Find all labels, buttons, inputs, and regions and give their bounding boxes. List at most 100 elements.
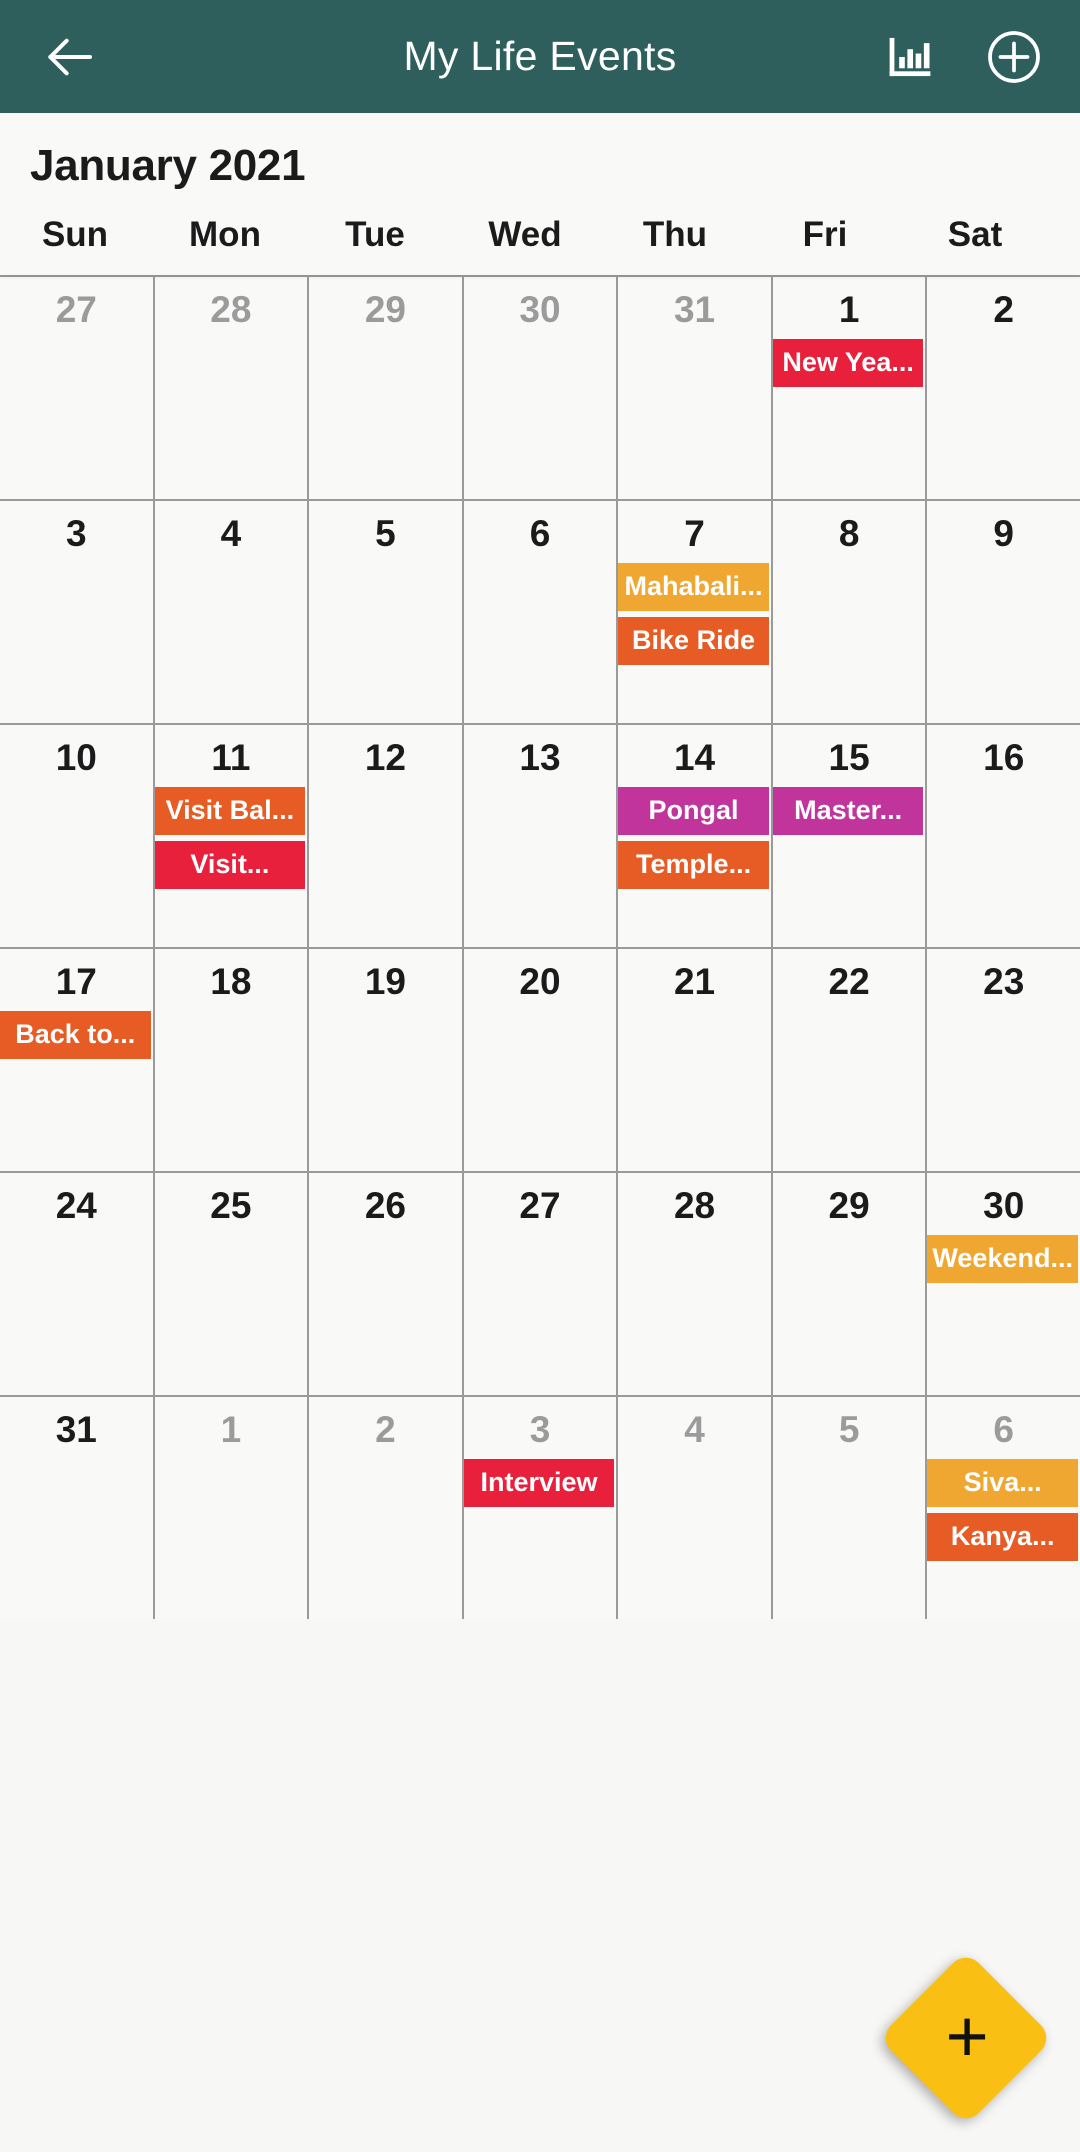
day-cell[interactable]: 22 bbox=[772, 949, 926, 1171]
day-number: 8 bbox=[838, 513, 860, 554]
day-number: 28 bbox=[673, 1185, 716, 1226]
event-chip[interactable]: Back to... bbox=[0, 1011, 151, 1060]
day-number: 27 bbox=[519, 1185, 561, 1226]
day-cell[interactable]: 16 bbox=[927, 725, 1080, 947]
day-cell[interactable]: 24 bbox=[0, 1173, 153, 1395]
day-cell[interactable]: 25 bbox=[154, 1173, 308, 1395]
day-number: 11 bbox=[211, 737, 251, 778]
day-cell[interactable]: 21 bbox=[618, 949, 771, 1171]
back-arrow-icon[interactable] bbox=[34, 22, 104, 92]
add-event-fab[interactable]: + bbox=[878, 1950, 1054, 2126]
day-cell[interactable]: 29 bbox=[309, 277, 462, 499]
day-events: Mahabali... Bike Ride bbox=[618, 563, 771, 666]
day-events: Back to... bbox=[0, 1011, 153, 1060]
weekday-label-fri: Fri bbox=[802, 215, 848, 254]
event-chip[interactable]: Temple... bbox=[618, 841, 769, 890]
day-cell[interactable]: 5 bbox=[309, 501, 462, 723]
day-cell[interactable]: 14 Pongal Temple... bbox=[618, 725, 771, 947]
day-cell[interactable]: 28 bbox=[618, 1173, 771, 1395]
day-cell[interactable]: 2 bbox=[309, 1397, 462, 1619]
day-number: 31 bbox=[673, 289, 716, 330]
day-cell[interactable]: 28 bbox=[154, 277, 308, 499]
day-number: 14 bbox=[673, 737, 716, 778]
day-cell[interactable]: 30 bbox=[463, 277, 617, 499]
day-number: 13 bbox=[519, 737, 561, 778]
weekday-label-wed: Wed bbox=[488, 215, 562, 254]
day-cell[interactable]: 11 Visit Bal... Visit... bbox=[154, 725, 308, 947]
day-cell[interactable]: 12 bbox=[309, 725, 462, 947]
day-number: 10 bbox=[55, 737, 97, 778]
calendar-grid: 27 28 29 30 31 1 New Yea... 2 3 4 5 6 7 Mahabali... Bi… bbox=[0, 275, 1080, 1619]
day-cell[interactable]: 3 bbox=[0, 501, 153, 723]
month-title: January 2021 bbox=[30, 141, 306, 190]
day-number: 1 bbox=[838, 289, 860, 330]
event-chip[interactable]: Mahabali... bbox=[618, 563, 769, 612]
day-cell[interactable]: 30 Weekend... bbox=[927, 1173, 1080, 1395]
day-cell[interactable]: 3 Interview bbox=[463, 1397, 617, 1619]
day-cell[interactable]: 27 bbox=[463, 1173, 617, 1395]
day-number: 30 bbox=[983, 1185, 1025, 1226]
event-chip[interactable]: Interview bbox=[463, 1459, 615, 1508]
event-chip[interactable]: Visit Bal... bbox=[154, 787, 306, 836]
day-cell[interactable]: 8 bbox=[772, 501, 926, 723]
day-events: Visit Bal... Visit... bbox=[154, 787, 308, 890]
day-events: Weekend... bbox=[927, 1235, 1080, 1284]
day-cell[interactable]: 6 Siva... Kanya... bbox=[927, 1397, 1080, 1619]
day-cell[interactable]: 1 bbox=[154, 1397, 308, 1619]
day-number: 2 bbox=[993, 289, 1014, 330]
day-cell[interactable]: 31 bbox=[618, 277, 771, 499]
day-cell[interactable]: 7 Mahabali... Bike Ride bbox=[618, 501, 771, 723]
day-number: 21 bbox=[673, 961, 716, 1002]
day-number: 6 bbox=[529, 513, 551, 554]
day-number: 6 bbox=[993, 1409, 1014, 1450]
day-cell[interactable]: 4 bbox=[154, 501, 308, 723]
day-cell[interactable]: 23 bbox=[927, 949, 1080, 1171]
day-number: 30 bbox=[519, 289, 561, 330]
day-cell[interactable]: 13 bbox=[463, 725, 617, 947]
day-events: Interview bbox=[463, 1459, 617, 1508]
day-cell[interactable]: 2 bbox=[927, 277, 1080, 499]
bar-chart-icon[interactable] bbox=[878, 25, 942, 89]
day-cell[interactable]: 9 bbox=[927, 501, 1080, 723]
day-cell[interactable]: 20 bbox=[463, 949, 617, 1171]
day-number: 12 bbox=[364, 737, 406, 778]
weekday-label-mon: Mon bbox=[189, 215, 261, 254]
day-number: 28 bbox=[210, 289, 252, 330]
day-events: Pongal Temple... bbox=[618, 787, 771, 890]
day-cell[interactable]: 5 bbox=[772, 1397, 926, 1619]
day-number: 3 bbox=[529, 1409, 551, 1450]
event-chip[interactable]: Master... bbox=[772, 787, 924, 836]
event-chip[interactable]: Siva... bbox=[927, 1459, 1078, 1508]
day-cell[interactable]: 29 bbox=[772, 1173, 926, 1395]
day-cell[interactable]: 17 Back to... bbox=[0, 949, 153, 1171]
event-chip[interactable]: Bike Ride bbox=[618, 617, 769, 666]
day-number: 5 bbox=[375, 513, 396, 554]
day-cell[interactable]: 1 New Yea... bbox=[772, 277, 926, 499]
day-number: 23 bbox=[983, 961, 1025, 1002]
day-cell[interactable]: 6 bbox=[463, 501, 617, 723]
day-cell[interactable]: 27 bbox=[0, 277, 153, 499]
day-cell[interactable]: 15 Master... bbox=[772, 725, 926, 947]
day-number: 22 bbox=[828, 961, 870, 1002]
day-cell[interactable]: 31 bbox=[0, 1397, 153, 1619]
plus-icon: + bbox=[945, 1994, 990, 2078]
day-cell[interactable]: 10 bbox=[0, 725, 153, 947]
event-chip[interactable]: New Yea... bbox=[772, 339, 924, 388]
day-number: 5 bbox=[838, 1409, 860, 1450]
event-chip[interactable]: Visit... bbox=[154, 841, 306, 890]
day-cell[interactable]: 26 bbox=[309, 1173, 462, 1395]
day-cell[interactable]: 18 bbox=[154, 949, 308, 1171]
day-number: 20 bbox=[519, 961, 561, 1002]
day-number: 15 bbox=[828, 737, 870, 778]
plus-circle-icon[interactable] bbox=[982, 25, 1046, 89]
month-header: January 2021 Sun Mon Tue Wed Thu Fri Sat bbox=[0, 113, 1080, 275]
day-cell[interactable]: 4 bbox=[618, 1397, 771, 1619]
event-chip[interactable]: Kanya... bbox=[927, 1513, 1078, 1562]
day-number: 17 bbox=[55, 961, 97, 1002]
day-number: 4 bbox=[220, 513, 242, 554]
day-cell[interactable]: 19 bbox=[309, 949, 462, 1171]
day-number: 4 bbox=[684, 1409, 705, 1450]
weekday-label-thu: Thu bbox=[642, 215, 708, 254]
event-chip[interactable]: Weekend... bbox=[927, 1235, 1078, 1284]
event-chip[interactable]: Pongal bbox=[618, 787, 769, 836]
